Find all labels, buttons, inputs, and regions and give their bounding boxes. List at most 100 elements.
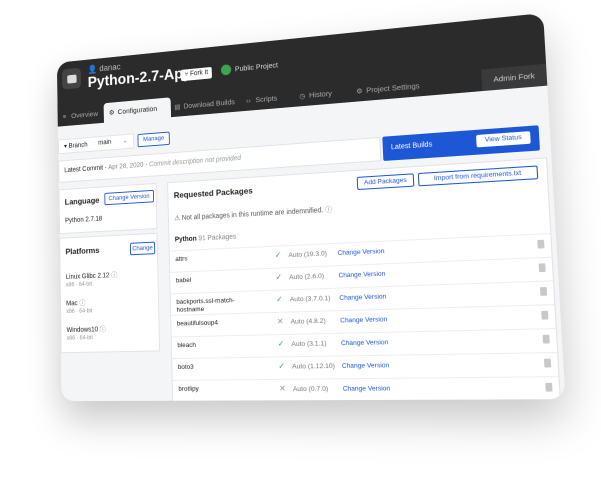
platforms-title: Platforms (65, 245, 100, 257)
platform-arch: x86 · 64-bit (65, 281, 92, 289)
clock-icon: ◷ (299, 93, 306, 101)
trash-icon[interactable] (541, 310, 549, 320)
package-name: backports.ssl-match-hostname (176, 297, 235, 314)
tab-scripts-label: Scripts (255, 93, 278, 105)
platform-name: Windows10 (66, 326, 99, 334)
shield-check-icon: ✓ (276, 294, 283, 304)
package-name: boto3 (177, 363, 194, 371)
lock-icon (220, 64, 232, 76)
commit-description: Commit description not provided (148, 154, 242, 169)
change-package-version-link[interactable]: Change Version (338, 271, 385, 280)
view-status-button[interactable]: View Status (476, 131, 531, 148)
platform-name: Mac (66, 300, 78, 308)
trash-icon[interactable] (542, 334, 550, 344)
tab-project-settings-label: Project Settings (366, 81, 420, 95)
change-language-version-button[interactable]: Change Version (104, 189, 155, 206)
tab-configuration-label: Configuration (117, 104, 158, 117)
packages-title: Requested Packages (173, 185, 253, 201)
tab-overview-label: Overview (71, 109, 99, 120)
shield-check-icon: ✓ (278, 361, 286, 371)
package-name: beautifulsoup4 (176, 319, 219, 328)
latest-builds-panel: Latest Builds View Status (382, 125, 540, 162)
import-requirements-button[interactable]: Import from requirements.txt (417, 165, 539, 187)
branch-label-text: Branch (68, 141, 88, 150)
package-name: brotlipy (178, 385, 199, 393)
platform-name: Linux Glibc 2.12 (65, 272, 110, 281)
app-logo-icon (62, 67, 81, 90)
chevron-down-icon: ⌄ (122, 137, 128, 145)
change-package-version-link[interactable]: Change Version (338, 248, 385, 257)
package-version: Auto (2.6.0) (289, 272, 325, 282)
list-icon: ≡ (62, 113, 67, 121)
package-version: Auto (4.8.2) (290, 317, 326, 326)
platform-item: Windows10 ⓘ x86 · 64-bit (66, 324, 106, 341)
change-platforms-button[interactable]: Change (129, 241, 156, 256)
tab-history[interactable]: ◷ History (293, 81, 348, 106)
fork-button[interactable]: ⑂ Fork It (180, 66, 212, 82)
trash-icon[interactable] (537, 239, 545, 249)
info-icon: ⓘ (79, 300, 86, 307)
package-name: attrs (175, 255, 188, 263)
package-count: 91 Packages (198, 233, 237, 243)
platforms-panel: Platforms Change Linux Glibc 2.12 ⓘ x86 ·… (59, 232, 161, 354)
tab-overview[interactable]: ≡ Overview (58, 103, 104, 126)
commit-date: Apr 28, 2020 (108, 161, 144, 172)
language-title: Language (64, 195, 100, 207)
change-package-version-link[interactable]: Change Version (341, 339, 388, 347)
branch-select[interactable]: ▾ Branch main ⌄ (57, 133, 135, 155)
platform-item: Mac ⓘ x86 · 64-bit (66, 298, 92, 315)
tab-download-builds-label: Download Builds (183, 97, 235, 111)
visibility-label: Public Project (234, 60, 279, 74)
trash-icon[interactable] (538, 263, 546, 273)
package-group-name: Python (174, 235, 197, 244)
branch-value: main (98, 138, 112, 147)
screenshot-stage: 👤 danac Python-2.7-App ⑂ Fork It Public … (0, 0, 601, 483)
manage-button[interactable]: Manage (137, 131, 170, 148)
fork-label: Fork It (189, 69, 209, 78)
tab-project-settings[interactable]: ⚙ Project Settings (350, 73, 440, 102)
tab-download-builds[interactable]: ▤ Download Builds (169, 91, 245, 118)
latest-commit-label: Latest Commit (64, 164, 104, 175)
change-package-version-link[interactable]: Change Version (342, 362, 390, 370)
shield-check-icon: ✓ (275, 272, 283, 282)
latest-commit-text: Latest Commit · Apr 28, 2020 · Commit de… (64, 154, 242, 175)
tab-scripts[interactable]: ‹› Scripts (240, 87, 292, 112)
admin-fork-button[interactable]: Admin Fork (481, 63, 548, 92)
language-panel: Language Change Version Python 2.7.18 (58, 182, 158, 235)
user-icon: 👤 (87, 64, 98, 75)
package-row: brotlipy ✕ Auto (0.7.0) Change Version (172, 376, 560, 402)
shield-check-icon: ✓ (277, 339, 285, 349)
info-icon: ⓘ (99, 326, 106, 334)
add-packages-button[interactable]: Add Packages (356, 173, 415, 191)
package-group-header: Python 91 Packages (175, 234, 237, 244)
language-value: Python 2.7.18 (64, 215, 103, 225)
change-package-version-link[interactable]: Change Version (339, 293, 386, 302)
shield-off-icon: ✕ (278, 383, 286, 394)
package-version: Auto (3.1.1) (291, 340, 327, 349)
tab-history-label: History (308, 88, 333, 100)
change-package-version-link[interactable]: Change Version (340, 316, 387, 324)
project-header: 👤 danac Python-2.7-App ⑂ Fork It Public … (56, 13, 548, 127)
change-package-version-link[interactable]: Change Version (343, 385, 391, 393)
shield-off-icon: ✕ (276, 316, 284, 327)
shield-check-icon: ✓ (274, 250, 282, 260)
package-name: babel (175, 276, 192, 285)
gear-icon: ⚙ (108, 109, 115, 117)
requested-packages-panel: Requested Packages Add Packages Import f… (167, 157, 562, 402)
platform-arch: x86 · 64-bit (66, 308, 93, 315)
package-version: Auto (0.7.0) (292, 385, 329, 394)
package-version: Auto (19.3.0) (288, 250, 328, 260)
indemnity-notice-text: Not all packages in this runtime are ind… (181, 207, 324, 222)
package-version: Auto (3.7.0.1) (289, 295, 331, 304)
trash-icon[interactable] (545, 382, 553, 392)
code-icon: ‹› (246, 97, 251, 106)
trash-icon[interactable] (539, 287, 548, 296)
package-version: Auto (1.12.10) (292, 362, 336, 371)
platform-item: Linux Glibc 2.12 ⓘ x86 · 64-bit (66, 270, 118, 288)
indemnity-notice: ⚠ Not all packages in this runtime are i… (174, 205, 332, 224)
tab-configuration[interactable]: ⚙ Configuration (103, 97, 172, 123)
package-name: bleach (177, 341, 196, 350)
branch-label: ▾ Branch (63, 141, 88, 151)
trash-icon[interactable] (543, 358, 552, 368)
download-icon: ▤ (174, 104, 181, 112)
